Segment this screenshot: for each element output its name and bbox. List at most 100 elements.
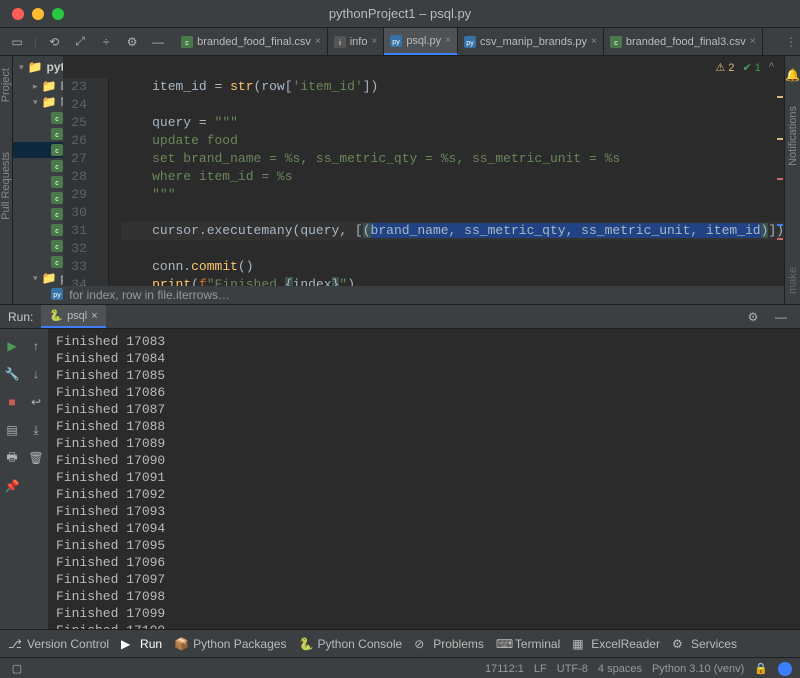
tree-file[interactable]: cnutrient.csv: [13, 254, 63, 270]
csv-icon: c: [51, 128, 63, 140]
rail-project[interactable]: Project: [0, 68, 12, 102]
folder-icon: 📁: [42, 79, 57, 93]
settings-icon[interactable]: ⚙: [123, 33, 141, 51]
modify-run-icon[interactable]: 🔧: [3, 365, 21, 383]
editor-infobar: ⚠ 2 ✔ 1 ^: [63, 56, 784, 78]
layout-icon[interactable]: ▤: [3, 421, 21, 439]
warning-icon[interactable]: ⚠ 2: [715, 61, 734, 74]
bottom-tool-problems[interactable]: ⊘Problems: [414, 637, 484, 651]
editor-marks: [776, 78, 784, 304]
tree-file[interactable]: pycsv_manip_brands: [13, 302, 63, 304]
svg-text:c: c: [55, 244, 59, 251]
svg-text:c: c: [614, 40, 618, 47]
tree-folder[interactable]: ▾📁NIX_csv_files: [13, 94, 63, 110]
close-tab-icon[interactable]: ×: [315, 36, 321, 47]
hide-panel-icon[interactable]: —: [149, 33, 167, 51]
close-tab-icon[interactable]: ×: [750, 36, 756, 47]
collapse-all-icon[interactable]: ÷: [97, 33, 115, 51]
fold-strip: [95, 78, 109, 304]
soft-wrap-icon[interactable]: ↩: [27, 393, 45, 411]
editor-tab[interactable]: pypsql.py×: [384, 28, 458, 55]
tree-folder[interactable]: ▾📁python_scripts: [13, 270, 63, 286]
ok-icon[interactable]: ✔ 1: [742, 61, 760, 74]
code-content[interactable]: item_id = str(row['item_id']) query = ""…: [109, 78, 784, 304]
csv-icon: c: [51, 256, 63, 268]
bottom-tool-run[interactable]: ▶Run: [121, 637, 162, 651]
run-output[interactable]: Finished 17083Finished 17084Finished 170…: [48, 329, 800, 629]
collapse-project-icon[interactable]: ▭: [8, 33, 26, 51]
close-run-tab-icon[interactable]: ×: [91, 310, 97, 322]
refresh-icon[interactable]: ⟲: [45, 33, 63, 51]
bottom-tool-python-packages[interactable]: 📦Python Packages: [174, 637, 286, 651]
play-icon: ▶: [121, 637, 135, 651]
tree-file[interactable]: cfood_nutrient.csv: [13, 222, 63, 238]
file-icon: i: [334, 36, 346, 48]
tree-file[interactable]: cinput_food.csv: [13, 238, 63, 254]
tree-file[interactable]: cfood_calorie_conve: [13, 190, 63, 206]
file-icon: c: [610, 36, 622, 48]
status-square-icon[interactable]: ▢: [8, 660, 26, 678]
editor-tab[interactable]: pycsv_manip_brands.py×: [458, 28, 604, 55]
editor-tab[interactable]: cbranded_food_final3.csv×: [604, 28, 763, 55]
tree-file[interactable]: cfood_insertion3(Do: [13, 206, 63, 222]
svg-text:c: c: [55, 196, 59, 203]
rail-make[interactable]: make: [787, 267, 799, 294]
warn-icon: ⊘: [414, 637, 428, 651]
caret-position[interactable]: 17112:1: [485, 663, 524, 675]
project-root[interactable]: ▾ 📁 pythonProject1 ~/Docum: [13, 56, 63, 78]
close-window-button[interactable]: [12, 8, 24, 20]
line-separator[interactable]: LF: [534, 663, 547, 675]
svg-text:c: c: [55, 180, 59, 187]
caret-up[interactable]: ^: [769, 61, 774, 73]
bottom-tool-services[interactable]: ⚙Services: [672, 637, 737, 651]
bottom-tool-excelreader[interactable]: ▦ExcelReader: [572, 637, 660, 651]
tree-file[interactable]: cbranded_food_final: [13, 126, 63, 142]
editor-tab[interactable]: iinfo×: [328, 28, 385, 55]
tree-file[interactable]: cbranded_food_final: [13, 142, 63, 158]
run-gutter-left: ▶ 🔧 ■ ▤ 🖶 📌: [0, 329, 24, 629]
close-tab-icon[interactable]: ×: [591, 36, 597, 47]
scroll-down-icon[interactable]: ↓: [27, 365, 45, 383]
code-editor[interactable]: 23242526272829303132333435 item_id = str…: [63, 78, 784, 304]
rail-pull-requests[interactable]: Pull Requests: [0, 152, 12, 220]
interpreter[interactable]: Python 3.10 (venv): [652, 663, 744, 675]
stop-icon[interactable]: ■: [3, 393, 21, 411]
clear-icon[interactable]: 🗑: [27, 449, 45, 467]
indent-setting[interactable]: 4 spaces: [598, 663, 642, 675]
print-icon[interactable]: 🖶: [3, 449, 21, 467]
tree-file[interactable]: cbranded_food.csv: [13, 110, 63, 126]
svg-text:c: c: [185, 40, 189, 47]
py-icon: 🐍: [298, 637, 312, 651]
more-tabs-icon[interactable]: ⋮: [782, 33, 800, 51]
lock-icon[interactable]: 🔒: [754, 662, 768, 675]
notifications-icon[interactable]: 🔔: [785, 68, 800, 82]
tree-folder[interactable]: ▸📁DOA_DB: [13, 78, 63, 94]
maximize-window-button[interactable]: [52, 8, 64, 20]
hide-run-icon[interactable]: —: [772, 308, 790, 326]
bottom-tool-version-control[interactable]: ⎇Version Control: [8, 637, 109, 651]
editor-tab[interactable]: cbranded_food_final.csv×: [175, 28, 328, 55]
tree-file[interactable]: cbranded_food_final: [13, 158, 63, 174]
tree-file[interactable]: pycsv_manip.py: [13, 286, 63, 302]
branch-icon: ⎇: [8, 637, 22, 651]
tree-file[interactable]: cfood.csv: [13, 174, 63, 190]
sync-indicator[interactable]: [778, 662, 792, 676]
close-tab-icon[interactable]: ×: [371, 36, 377, 47]
run-settings-icon[interactable]: ⚙: [744, 308, 762, 326]
run-label: Run:: [0, 310, 41, 324]
run-tab[interactable]: 🐍 psql ×: [41, 305, 105, 328]
bottom-tool-terminal[interactable]: ⌨Terminal: [496, 637, 560, 651]
rerun-icon[interactable]: ▶: [3, 337, 21, 355]
expand-all-icon[interactable]: ⤢: [71, 33, 89, 51]
file-encoding[interactable]: UTF-8: [557, 663, 588, 675]
scroll-to-end-icon[interactable]: ⤓: [27, 421, 45, 439]
folder-icon: 📁: [42, 271, 57, 285]
scroll-up-icon[interactable]: ↑: [27, 337, 45, 355]
close-tab-icon[interactable]: ×: [445, 35, 451, 46]
pin-icon[interactable]: 📌: [3, 477, 21, 495]
rail-notifications[interactable]: Notifications: [787, 106, 799, 166]
minimize-window-button[interactable]: [32, 8, 44, 20]
svg-text:c: c: [55, 132, 59, 139]
bottom-tool-python-console[interactable]: 🐍Python Console: [298, 637, 402, 651]
svg-text:c: c: [55, 164, 59, 171]
